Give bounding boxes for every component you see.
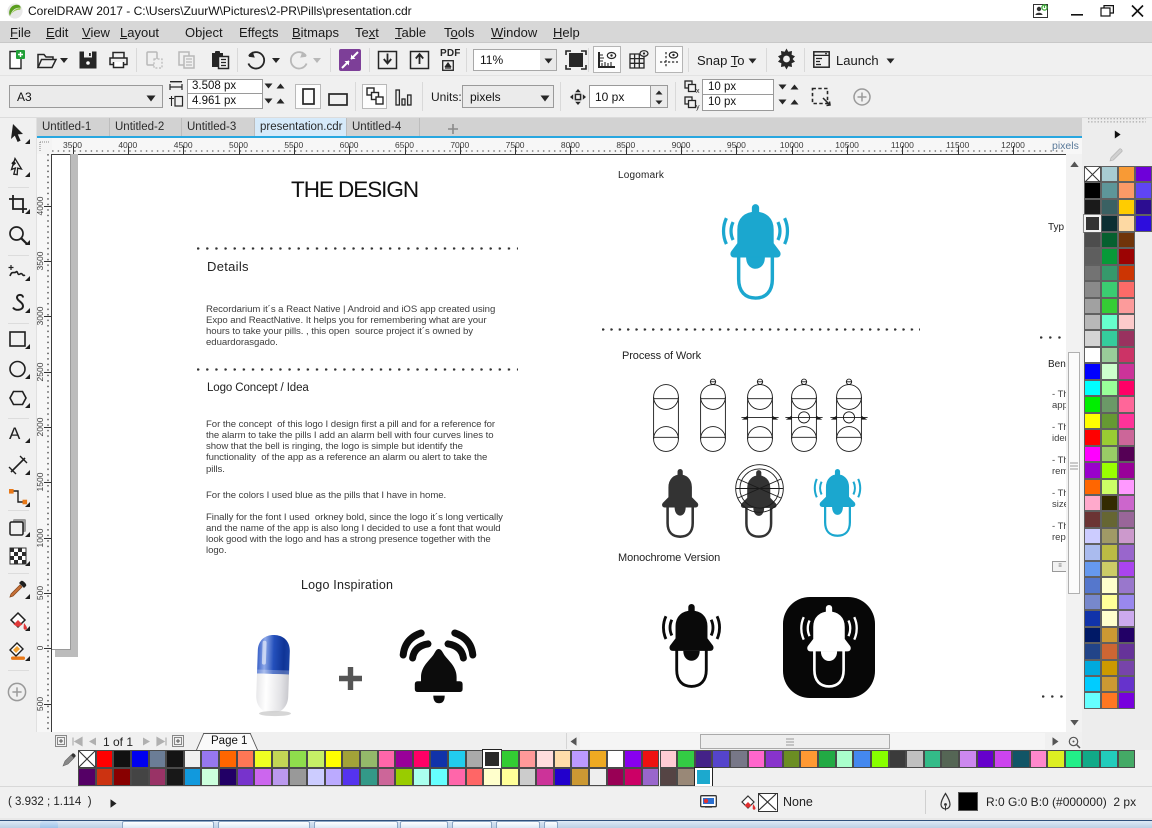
svg-text:x: x: [696, 88, 700, 95]
svg-text:y: y: [696, 104, 700, 111]
